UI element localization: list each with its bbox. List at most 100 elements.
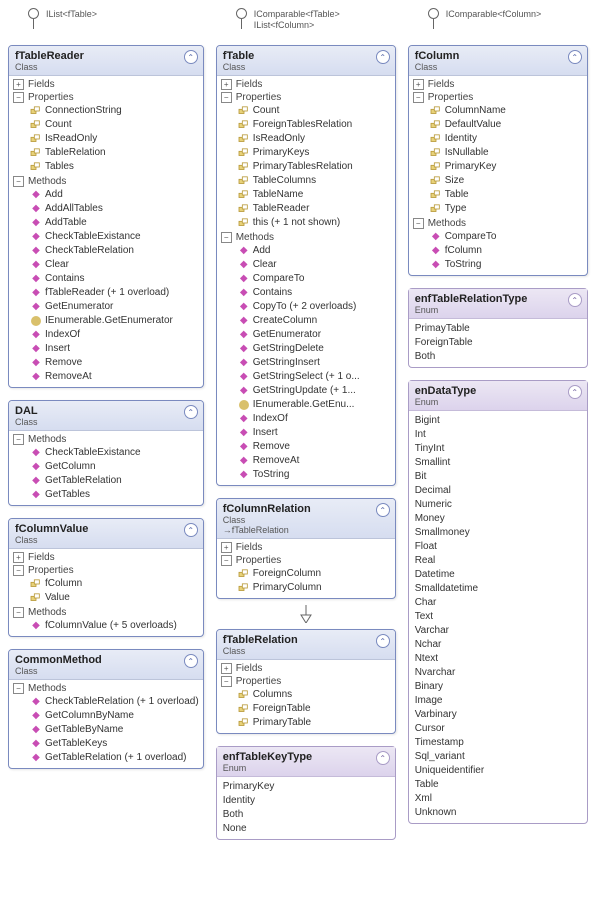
section-properties[interactable]: −Properties <box>9 564 203 577</box>
section-methods[interactable]: −Methods <box>9 606 203 619</box>
item-label: ToString <box>253 468 290 482</box>
section-fields[interactable]: +Fields <box>409 78 587 91</box>
interface-lollipop-icon <box>28 8 39 19</box>
method-item: ◆Clear <box>217 258 395 272</box>
property-icon <box>237 148 251 158</box>
enum-value: Both <box>223 808 389 822</box>
property-item: Identity <box>409 132 587 146</box>
section-properties[interactable]: −Properties <box>217 675 395 688</box>
item-label: PrimaryColumn <box>253 581 322 595</box>
section-fields[interactable]: +Fields <box>217 78 395 91</box>
class-stereotype: Class <box>15 417 197 427</box>
section-title: Properties <box>236 555 282 566</box>
method-item: ◆ToString <box>409 258 587 272</box>
property-icon <box>29 579 43 589</box>
interface-label: IComparable<fTable> IList<fColumn> <box>254 9 340 31</box>
enum-value: Smalldatetime <box>415 582 581 596</box>
method-icon: ◆ <box>29 300 43 314</box>
collapse-button[interactable]: ⌃ <box>376 50 390 64</box>
method-item: ◆GetStringSelect (+ 1 o... <box>217 370 395 384</box>
section-fields[interactable]: +Fields <box>217 662 395 675</box>
enum-value: Decimal <box>415 484 581 498</box>
collapse-button[interactable]: ⌃ <box>568 293 582 307</box>
section-properties[interactable]: −Properties <box>217 554 395 567</box>
enum-header: enDataType Enum ⌃ <box>409 381 587 411</box>
section-properties[interactable]: −Properties <box>9 91 203 104</box>
item-label: fColumn <box>445 244 482 258</box>
section-title: Properties <box>28 92 74 103</box>
section-title: Fields <box>236 79 263 90</box>
property-item: Table <box>409 188 587 202</box>
method-item: ◆CheckTableRelation <box>9 244 203 258</box>
collapse-button[interactable]: ⌃ <box>184 523 198 537</box>
enum-value: Identity <box>223 794 389 808</box>
enum-value: PrimaryKey <box>223 780 389 794</box>
method-item: ◆Add <box>217 244 395 258</box>
method-item: ◆GetColumnByName <box>9 709 203 723</box>
method-icon: ◆ <box>29 230 43 244</box>
enum-value: Binary <box>415 680 581 694</box>
section-methods[interactable]: −Methods <box>217 231 395 244</box>
properties-list: ColumnsForeignTablePrimaryTable <box>217 688 395 731</box>
item-label: Add <box>253 244 271 258</box>
section-title: Properties <box>236 92 282 103</box>
property-icon <box>237 718 251 728</box>
item-label: fColumnValue (+ 5 overloads) <box>45 619 177 633</box>
method-icon: ◆ <box>29 737 43 751</box>
property-item: Tables <box>9 160 203 174</box>
section-methods[interactable]: −Methods <box>409 217 587 230</box>
property-icon <box>237 204 251 214</box>
collapse-button[interactable]: ⌃ <box>376 503 390 517</box>
property-item: PrimaryKeys <box>217 146 395 160</box>
method-icon: ◆ <box>29 188 43 202</box>
method-icon: ◆ <box>29 709 43 723</box>
method-item: ◆AddAllTables <box>9 202 203 216</box>
collapse-button[interactable]: ⌃ <box>568 50 582 64</box>
properties-list: CountForeignTablesRelationIsReadOnlyPrim… <box>217 104 395 231</box>
item-label: CompareTo <box>253 272 305 286</box>
section-fields[interactable]: +Fields <box>9 551 203 564</box>
section-fields[interactable]: +Fields <box>9 78 203 91</box>
collapse-button[interactable]: ⌃ <box>184 50 198 64</box>
section-properties[interactable]: −Properties <box>409 91 587 104</box>
property-item: PrimaryTable <box>217 716 395 730</box>
class-header: fTable Class ⌃ <box>217 46 395 76</box>
method-item: ◆Contains <box>217 286 395 300</box>
collapse-button[interactable]: ⌃ <box>184 405 198 419</box>
method-item: ◆Clear <box>9 258 203 272</box>
item-label: GetStringDelete <box>253 342 324 356</box>
section-title: Fields <box>428 79 455 90</box>
item-label: Table <box>445 188 469 202</box>
section-title: Methods <box>28 607 66 618</box>
class-ftablerelation: fTableRelation Class ⌃ +Fields −Properti… <box>216 629 396 734</box>
column-1: IList<fTable> fTableReader Class ⌃ +Fiel… <box>8 8 204 769</box>
class-name: fTableRelation <box>223 634 389 646</box>
collapse-button[interactable]: ⌃ <box>568 385 582 399</box>
section-fields[interactable]: +Fields <box>217 541 395 554</box>
method-item: ◆CompareTo <box>409 230 587 244</box>
collapse-button[interactable]: ⌃ <box>376 751 390 765</box>
collapse-button[interactable]: ⌃ <box>376 634 390 648</box>
item-label: Remove <box>253 440 290 454</box>
section-methods[interactable]: −Methods <box>9 682 203 695</box>
section-methods[interactable]: −Methods <box>9 175 203 188</box>
method-icon: ◆ <box>29 723 43 737</box>
property-item: this (+ 1 not shown) <box>217 216 395 230</box>
section-title: Properties <box>236 676 282 687</box>
item-label: Add <box>45 188 63 202</box>
method-item: ◆fColumn <box>409 244 587 258</box>
enum-value: Varchar <box>415 624 581 638</box>
section-methods[interactable]: −Methods <box>9 433 203 446</box>
method-icon: ◆ <box>237 370 251 384</box>
method-icon: ◆ <box>237 356 251 370</box>
class-header: fTableRelation Class ⌃ <box>217 630 395 660</box>
collapse-button[interactable]: ⌃ <box>184 654 198 668</box>
enum-value: Numeric <box>415 498 581 512</box>
class-header: fColumnRelation Class →fTableRelation ⌃ <box>217 499 395 539</box>
column-2: IComparable<fTable> IList<fColumn> fTabl… <box>216 8 396 840</box>
enum-items: PrimayTableForeignTableBoth <box>409 319 587 367</box>
property-icon <box>237 690 251 700</box>
item-label: PrimaryKeys <box>253 146 310 160</box>
class-stereotype: Class <box>15 666 197 676</box>
section-properties[interactable]: −Properties <box>217 91 395 104</box>
